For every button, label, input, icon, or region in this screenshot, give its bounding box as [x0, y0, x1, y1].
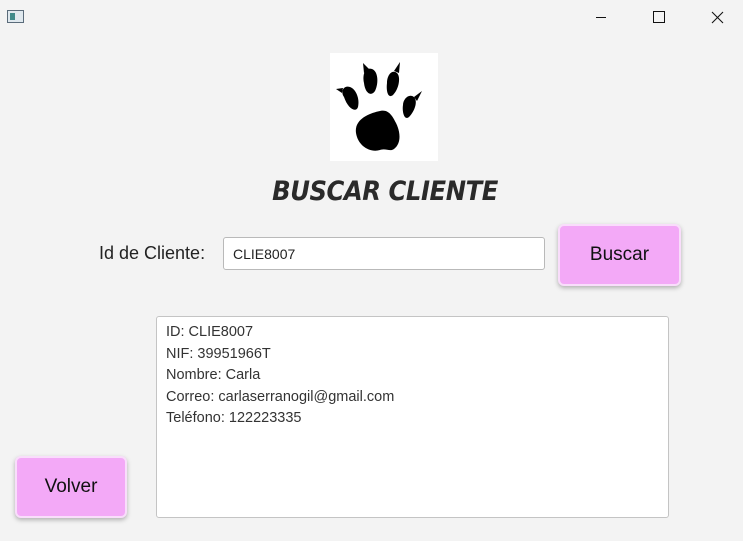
result-textarea[interactable]: ID: CLIE8007 NIF: 39951966T Nombre: Carl… — [156, 316, 669, 518]
paw-print-icon — [336, 62, 422, 151]
client-id-input[interactable] — [223, 237, 545, 270]
result-line-email: Correo: carlaserranogil@gmail.com — [166, 388, 395, 405]
client-id-label: Id de Cliente: — [99, 243, 206, 263]
page-title: BUSCAR CLIENTE — [272, 176, 498, 207]
logo — [330, 53, 438, 161]
app-window-icon — [7, 10, 24, 23]
search-button[interactable]: Buscar — [558, 224, 681, 286]
maximize-icon — [653, 11, 665, 23]
result-line-phone: Teléfono: 122223335 — [166, 410, 302, 426]
back-button[interactable]: Volver — [15, 456, 127, 518]
maximize-button[interactable] — [630, 0, 688, 34]
result-line-name: Nombre: Carla — [166, 367, 261, 383]
minimize-button[interactable] — [572, 0, 630, 34]
title-bar — [0, 0, 743, 34]
close-button[interactable] — [688, 0, 743, 34]
result-line-nif: NIF: 39951966T — [166, 345, 271, 362]
minimize-icon — [596, 17, 606, 18]
result-line-id: ID: CLIE8007 — [166, 324, 254, 340]
close-icon — [711, 11, 723, 23]
